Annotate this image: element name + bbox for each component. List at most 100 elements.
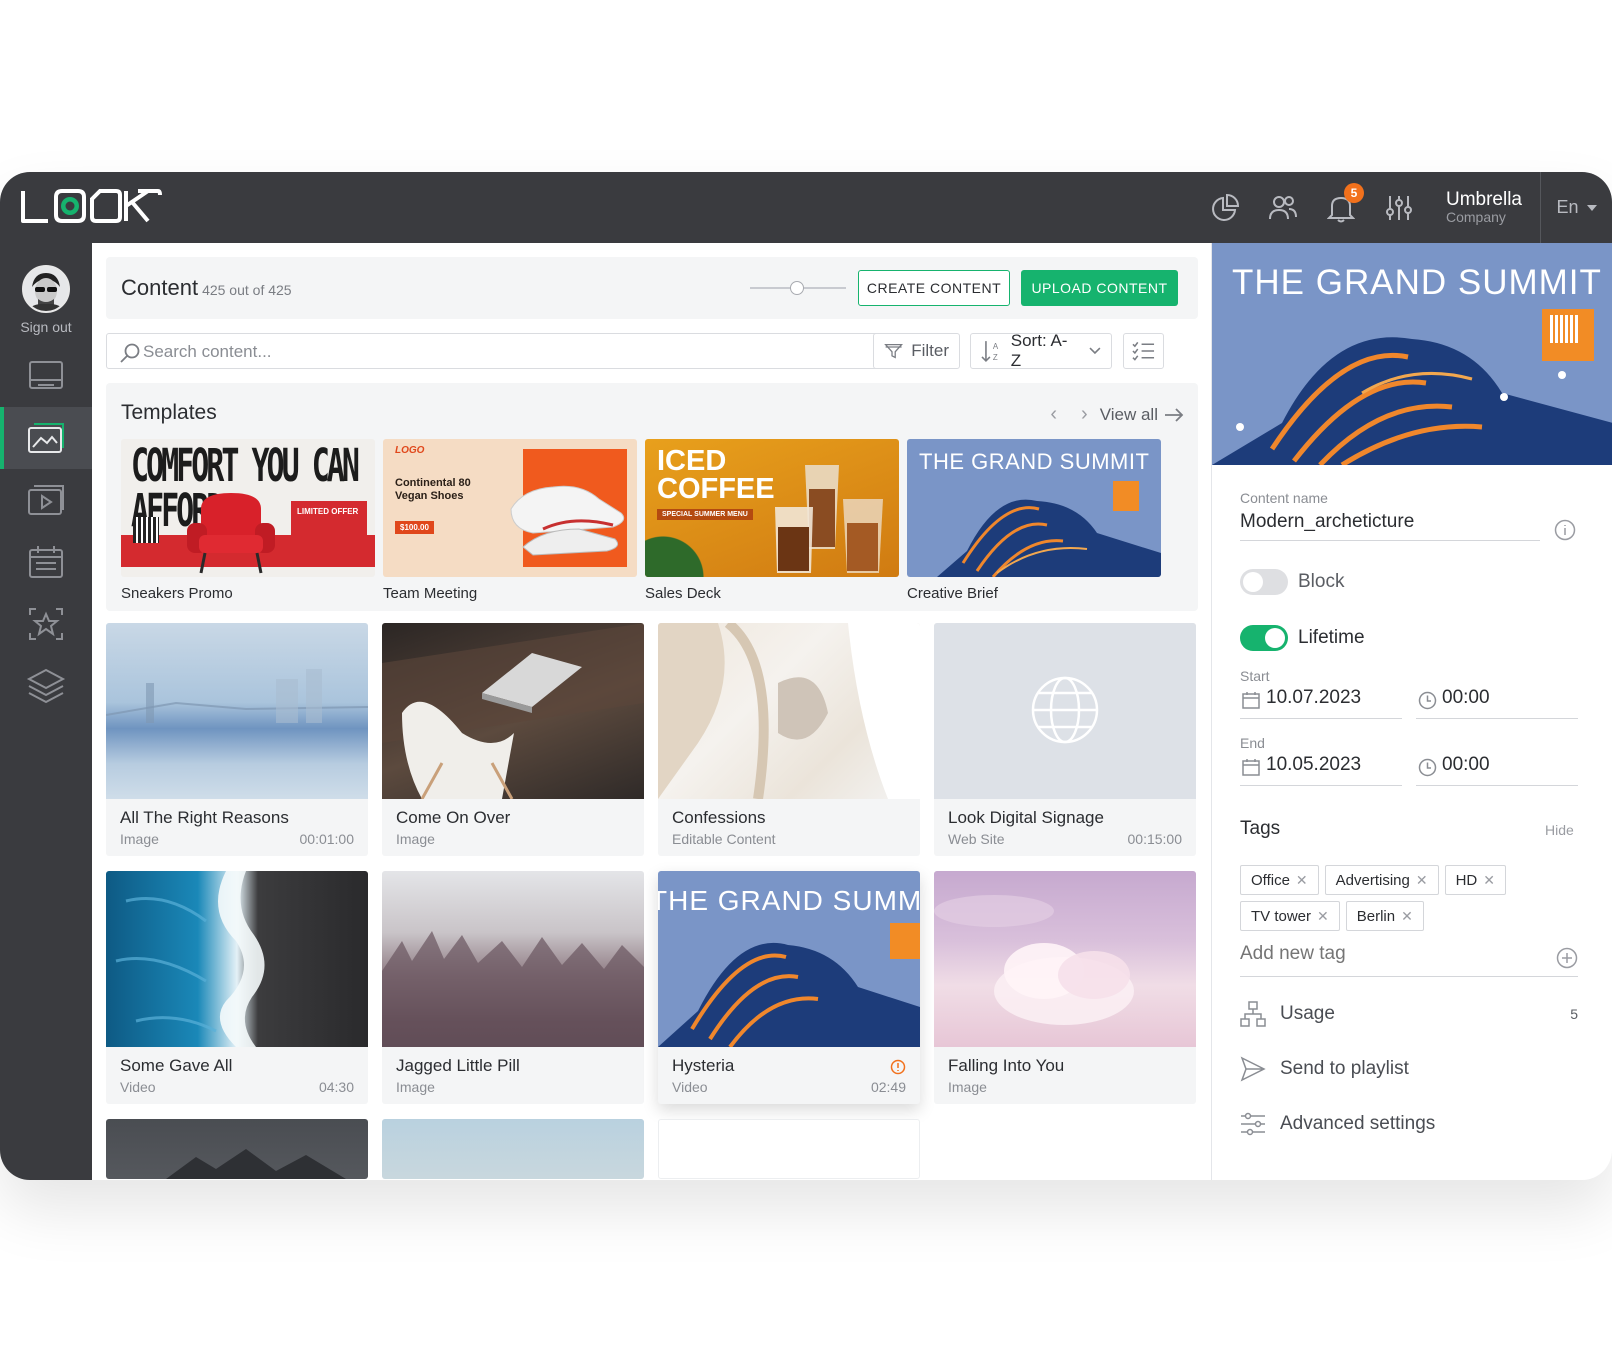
advanced-settings-label: Advanced settings <box>1280 1113 1436 1134</box>
template-card[interactable]: ICED COFFEE SPECIAL SUMMER MENU Sales De… <box>645 439 899 602</box>
sign-out-link[interactable]: Sign out <box>0 319 92 335</box>
template-thumb-text: THE GRAND SUMMIT <box>919 449 1150 474</box>
search-input[interactable] <box>143 340 863 364</box>
content-card[interactable]: Jagged Little Pill Image <box>382 871 644 1104</box>
company-switcher[interactable]: Umbrella Company <box>1446 190 1522 225</box>
end-date-input[interactable]: 10.05.2023 <box>1240 754 1402 786</box>
filter-icon <box>884 343 904 359</box>
sidebar-item-favorites[interactable] <box>0 593 92 655</box>
info-icon[interactable] <box>1554 519 1576 541</box>
content-type: Image <box>120 831 159 847</box>
add-tag-input[interactable] <box>1240 943 1530 965</box>
start-label: Start <box>1240 668 1270 684</box>
sidebar-item-layers[interactable] <box>0 655 92 717</box>
close-icon[interactable]: ✕ <box>1296 872 1308 889</box>
sidebar-item-schedule[interactable] <box>0 531 92 593</box>
block-toggle[interactable] <box>1240 569 1288 595</box>
screens-icon <box>29 361 63 389</box>
lifetime-toggle[interactable] <box>1240 625 1288 651</box>
app-window: 5 Umbrella Company En Sign out Content 4… <box>0 172 1612 1180</box>
tag-label: Berlin <box>1356 907 1396 925</box>
content-card[interactable]: All The Right Reasons Image 00:01:00 <box>106 623 368 856</box>
notifications-icon[interactable]: 5 <box>1324 182 1364 225</box>
tag-label: TV tower <box>1251 907 1312 925</box>
look-logo[interactable] <box>20 187 165 227</box>
sort-dropdown[interactable]: AZ Sort: A-Z <box>970 331 1112 370</box>
zoom-slider-handle[interactable] <box>790 281 804 295</box>
content-name: Confessions <box>672 808 766 827</box>
company-sub: Company <box>1445 209 1506 226</box>
content-duration: 04:30 <box>318 1079 354 1095</box>
sidebar-item-playlists[interactable] <box>0 469 92 531</box>
content-card[interactable] <box>106 1119 368 1179</box>
content-card[interactable]: Confessions Editable Content <box>658 623 920 856</box>
bulk-select-button[interactable] <box>1123 333 1164 369</box>
content-card[interactable] <box>658 1119 920 1179</box>
settings-sliders-icon[interactable] <box>1382 191 1416 225</box>
send-to-playlist-row[interactable]: Send to playlist <box>1240 1056 1409 1082</box>
content-thumbnail <box>382 871 644 1047</box>
calendar-icon <box>1242 692 1260 709</box>
content-name-label: Content name <box>1240 490 1328 506</box>
template-price: $100.00 <box>395 521 434 534</box>
close-icon[interactable]: ✕ <box>1401 908 1413 925</box>
company-name: Umbrella <box>1445 189 1522 211</box>
tag-chip: HD ✕ <box>1444 865 1506 895</box>
users-icon[interactable] <box>1266 191 1300 225</box>
tag-label: Advertising <box>1335 871 1410 889</box>
end-time-input[interactable]: 00:00 <box>1416 754 1578 786</box>
plus-circle-icon[interactable] <box>1556 947 1578 969</box>
template-thumbnail: COMFORT YOU CAN AFFORD LIMITED OFFER <box>121 439 375 577</box>
start-time-input[interactable]: 00:00 <box>1416 687 1578 719</box>
advanced-settings-row[interactable]: Advanced settings <box>1240 1111 1435 1137</box>
template-card[interactable]: THE GRAND SUMMIT Creative Brief <box>907 439 1161 602</box>
tag-chip: TV tower ✕ <box>1240 901 1340 931</box>
start-date-value: 10.07.2023 <box>1266 687 1362 708</box>
content-name: Falling Into You <box>948 1056 1065 1075</box>
content-main: Content 425 out of 425 CREATE CONTENT UPL… <box>92 243 1211 1180</box>
zoom-slider[interactable] <box>750 281 846 295</box>
template-label: Sales Deck <box>645 585 721 602</box>
content-thumbnail <box>382 1119 644 1179</box>
view-all-link[interactable]: View all <box>1100 405 1158 425</box>
sidebar-item-content[interactable] <box>0 407 92 469</box>
chevron-down-icon <box>1089 347 1101 355</box>
content-card[interactable]: Come On Over Image <box>382 623 644 856</box>
content-card[interactable]: Look Digital Signage Web Site 00:15:00 <box>934 623 1196 856</box>
chevron-left-icon[interactable]: ‹ <box>1050 403 1057 426</box>
chevron-right-icon[interactable]: › <box>1081 403 1088 426</box>
create-content-button[interactable]: CREATE CONTENT <box>858 270 1010 306</box>
start-date-input[interactable]: 10.07.2023 <box>1240 687 1402 719</box>
page-title: Content 425 out of 425 <box>121 275 292 300</box>
content-thumbnail <box>106 871 368 1047</box>
svg-text:A: A <box>993 342 999 351</box>
block-label: Block <box>1298 571 1345 592</box>
playlist-icon <box>28 485 64 515</box>
close-icon[interactable]: ✕ <box>1317 908 1329 925</box>
upload-content-button[interactable]: UPLOAD CONTENT <box>1021 270 1178 306</box>
checklist-icon <box>1132 341 1155 361</box>
content-card[interactable]: Falling Into You Image <box>934 871 1196 1104</box>
analytics-icon[interactable] <box>1208 191 1242 225</box>
usage-row[interactable]: Usage 5 <box>1240 1001 1578 1027</box>
content-card[interactable]: Some Gave All Video 04:30 <box>106 871 368 1104</box>
tags-hide-link[interactable]: Hide <box>1545 822 1574 838</box>
close-icon[interactable]: ✕ <box>1483 872 1495 889</box>
content-name-input[interactable]: Modern_archeticture <box>1240 511 1540 541</box>
content-card[interactable] <box>382 1119 644 1179</box>
filter-label: Filter <box>911 341 949 360</box>
avatar[interactable] <box>22 265 70 313</box>
language-label: En <box>1556 197 1579 217</box>
sidebar-item-screens[interactable] <box>0 345 92 407</box>
preview-hero[interactable]: THE GRAND SUMMIT <box>1212 243 1612 465</box>
close-icon[interactable]: ✕ <box>1416 872 1428 889</box>
tag-chip: Advertising ✕ <box>1324 865 1439 895</box>
layers-icon <box>26 668 66 704</box>
filter-button[interactable]: Filter <box>873 333 960 369</box>
content-card[interactable]: THE GRAND SUMMIT Hysteria Video 02:49 <box>658 871 920 1104</box>
templates-nav: ‹ › View all <box>1038 403 1184 426</box>
template-card[interactable]: LOGO Continental 80 Vegan Shoes $100.00 … <box>383 439 637 602</box>
template-card[interactable]: COMFORT YOU CAN AFFORD LIMITED OFFER Sne… <box>121 439 375 602</box>
language-selector[interactable]: En <box>1540 172 1612 243</box>
tag-label: HD <box>1455 871 1478 889</box>
